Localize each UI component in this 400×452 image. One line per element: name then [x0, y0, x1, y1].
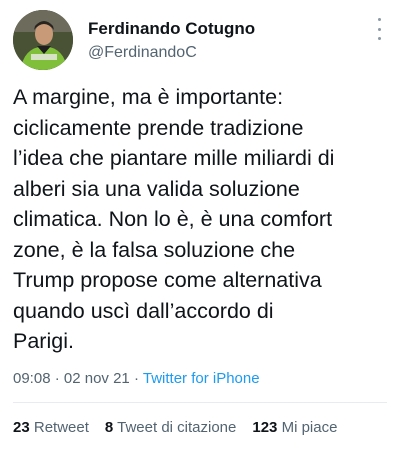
quotes-stat[interactable]: 8 Tweet di citazione: [105, 418, 236, 438]
likes-count: 123: [252, 419, 278, 436]
likes-stat[interactable]: 123 Mi piace: [252, 418, 337, 438]
display-name[interactable]: Ferdinando Cotugno: [88, 19, 255, 39]
tweet-date[interactable]: 02 nov 21: [64, 370, 130, 387]
tweet-stats: 23 Retweet 8 Tweet di citazione 123 Mi p…: [13, 418, 353, 438]
author-block: Ferdinando Cotugno @FerdinandoC: [88, 19, 255, 63]
quotes-count: 8: [104, 419, 114, 436]
dot-icon: [377, 18, 381, 21]
tweet-text: A margine, ma è importante: ciclicamente…: [13, 85, 335, 353]
likes-label: Mi piace: [281, 419, 338, 436]
tweet-time[interactable]: 09:08: [13, 370, 51, 387]
retweets-label: Retweet: [33, 419, 89, 436]
tweet-source-link[interactable]: Twitter for iPhone: [143, 370, 260, 387]
divider: [13, 402, 387, 403]
avatar[interactable]: [13, 10, 73, 70]
dot-icon: [377, 37, 381, 40]
user-handle[interactable]: @FerdinandoC: [88, 43, 255, 63]
tweet-meta: 09:08 · 02 nov 21 · Twitter for iPhone: [13, 369, 260, 389]
quotes-label: Tweet di citazione: [117, 419, 237, 436]
dot-icon: [377, 27, 381, 31]
avatar-photo: [13, 10, 73, 70]
retweets-stat[interactable]: 23 Retweet: [13, 418, 89, 438]
meta-separator: ·: [133, 370, 143, 387]
meta-separator: ·: [54, 370, 64, 387]
more-options-icon[interactable]: [375, 18, 383, 40]
retweets-count: 23: [13, 419, 30, 436]
